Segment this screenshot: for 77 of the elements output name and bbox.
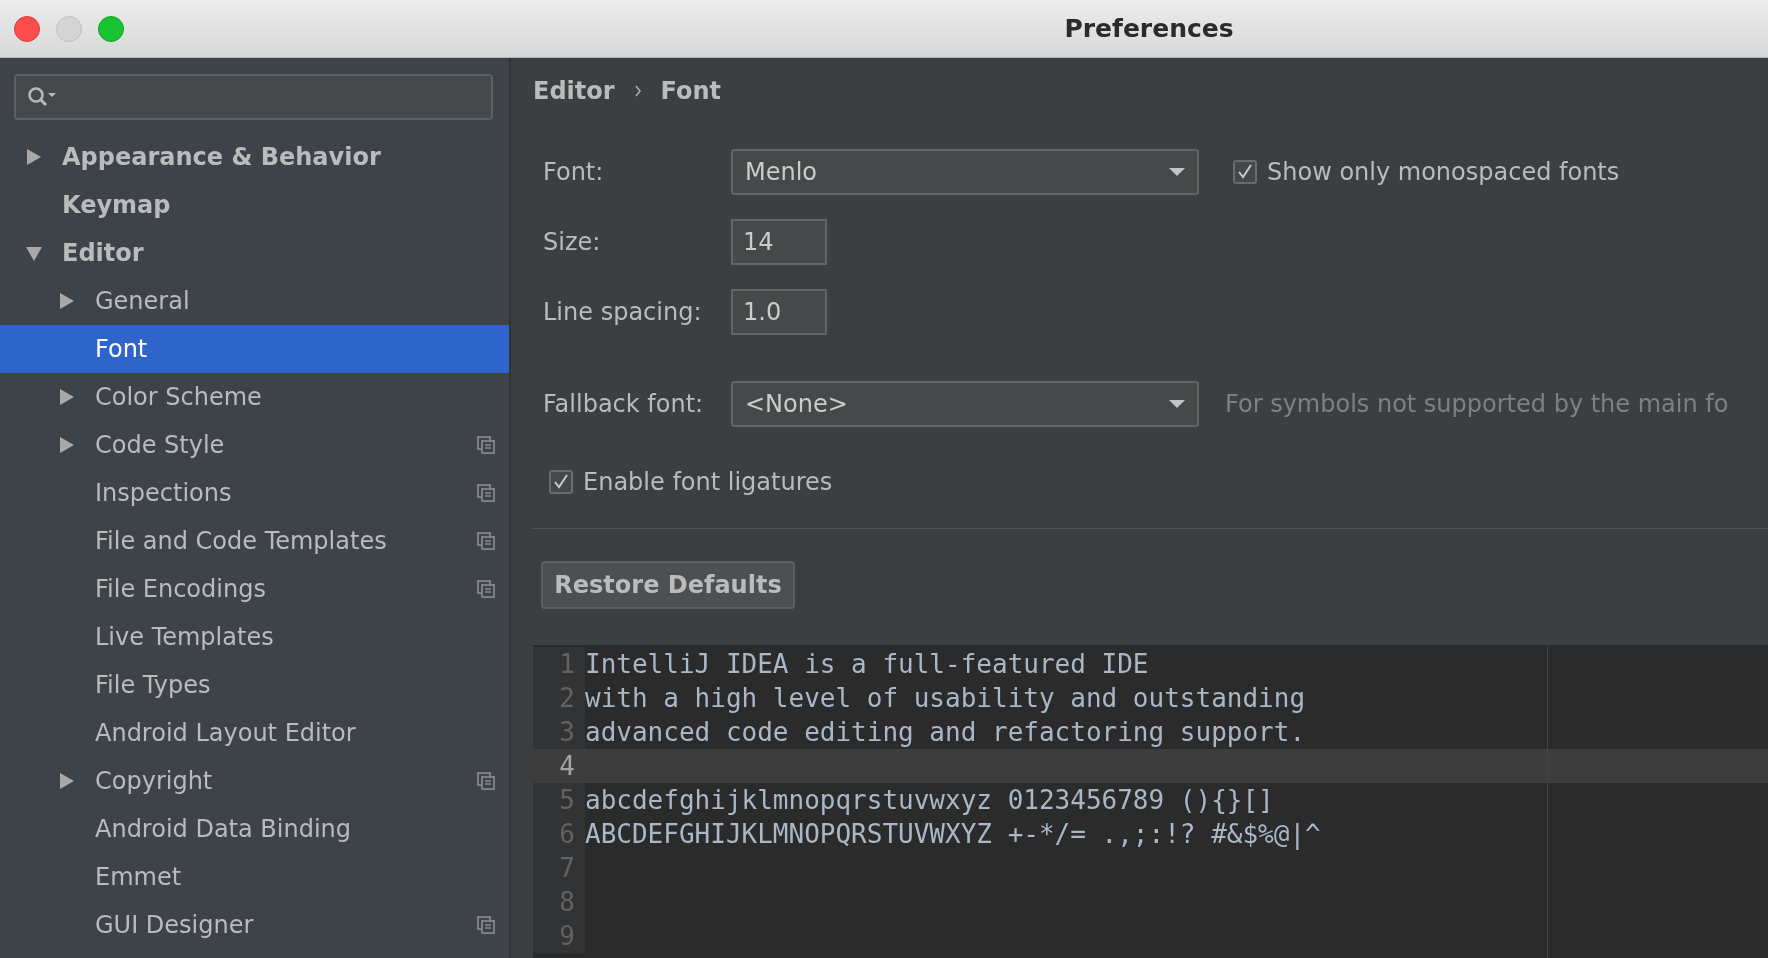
checkbox-label: Show only monospaced fonts [1267,158,1620,186]
tree-item[interactable]: Live Templates [0,613,509,661]
field-label: Size: [543,228,602,256]
stacked-pages-icon [477,484,495,502]
tree-item-label: General [95,287,191,315]
collapsed-arrow-icon[interactable] [59,292,75,310]
tree-item[interactable]: Inspections [0,469,509,517]
field-label: Font: [543,158,605,186]
tree-item-label: Inspections [95,479,233,507]
search-field[interactable] [14,74,493,120]
breadcrumb-item[interactable]: Font [660,77,722,105]
tree-item-label: Android Data Binding [95,815,353,843]
tree-item-label: GUI Designer [95,911,255,939]
size-field[interactable]: 14 [731,219,827,265]
tree-item-label: File and Code Templates [95,527,388,555]
zoom-window-button[interactable] [98,15,124,42]
stacked-pages-icon [477,436,495,454]
tree-item-label: File Encodings [95,575,267,603]
tree-item[interactable]: Android Layout Editor [0,709,509,757]
breadcrumb-item[interactable]: Editor [533,77,615,105]
field-label: Line spacing: [543,298,703,326]
tree-item-label: Appearance & Behavior [62,143,382,171]
collapsed-arrow-icon[interactable] [59,436,75,454]
tree-item[interactable]: File Encodings [0,565,509,613]
code-line: with a high level of usability and outstanding [585,683,1306,713]
tree-item-label: Emmet [95,863,183,891]
stacked-pages-icon [477,532,495,550]
tree-item[interactable]: General [0,277,509,325]
tree-item[interactable]: Android Data Binding [0,805,509,853]
tree-item[interactable]: File Types [0,661,509,709]
collapsed-arrow-icon[interactable] [59,388,75,406]
tree-item-label: Editor [62,239,145,267]
font-dropdown[interactable]: Menlo [731,149,1199,195]
dropdown-arrow-icon [1169,399,1185,409]
tree-item[interactable]: Keymap [0,181,509,229]
dropdown-arrow-icon [1169,167,1185,177]
checkbox[interactable] [549,470,573,494]
tree-item-label: Live Templates [95,623,275,651]
tree-item[interactable]: GUI Designer [0,901,509,949]
checkbox[interactable] [1233,160,1257,184]
tree-item-label: Code Style [95,431,226,459]
tree-item-label: Android Layout Editor [95,719,357,747]
tree-item[interactable]: File and Code Templates [0,517,509,565]
search-icon [26,85,58,109]
tree-item[interactable]: Color Scheme [0,373,509,421]
tree-item[interactable]: Emmet [0,853,509,901]
stacked-pages-icon [477,580,495,598]
checkbox-label: Enable font ligatures [583,468,833,496]
expanded-arrow-icon[interactable] [26,244,42,262]
tree-item-label: Keymap [62,191,172,219]
line-spacing-field[interactable]: 1.0 [731,289,827,335]
checkmark-icon [1236,163,1254,181]
fallback-font-dropdown[interactable]: <None> [731,381,1199,427]
chevron-icon [632,84,643,98]
collapsed-arrow-icon[interactable] [59,772,75,790]
hint-text: For symbols not supported by the main fo [1225,390,1729,418]
code-line: IntelliJ IDEA is a full-featured IDE [585,649,1149,679]
tree-item[interactable]: Code Style [0,421,509,469]
stacked-pages-icon [477,772,495,790]
code-line: ABCDEFGHIJKLMNOPQRSTUVWXYZ +-*/= .,;:!? #&$%@|^ [585,819,1321,849]
collapsed-arrow-icon[interactable] [26,148,42,166]
tree-item[interactable]: Font [0,325,509,373]
stacked-pages-icon [477,916,495,934]
field-label: Fallback font: [543,390,705,418]
tree-item-label: File Types [95,671,212,699]
tree-item[interactable]: Editor [0,229,509,277]
tree-item[interactable]: Appearance & Behavior [0,133,509,181]
tree-item-label: Color Scheme [95,383,263,411]
restore-defaults-button[interactable]: Restore Defaults [541,561,795,609]
code-line: abcdefghijklmnopqrstuvwxyz 0123456789 (){}[] [585,785,1274,815]
close-window-button[interactable] [14,15,40,42]
tree-item-label: Font [95,335,149,363]
checkmark-icon [552,473,570,491]
tree-item[interactable]: Copyright [0,757,509,805]
tree-item-label: Copyright [95,767,214,795]
code-line: advanced code editing and refactoring support. [585,717,1306,747]
window-title: Preferences [1063,14,1234,43]
